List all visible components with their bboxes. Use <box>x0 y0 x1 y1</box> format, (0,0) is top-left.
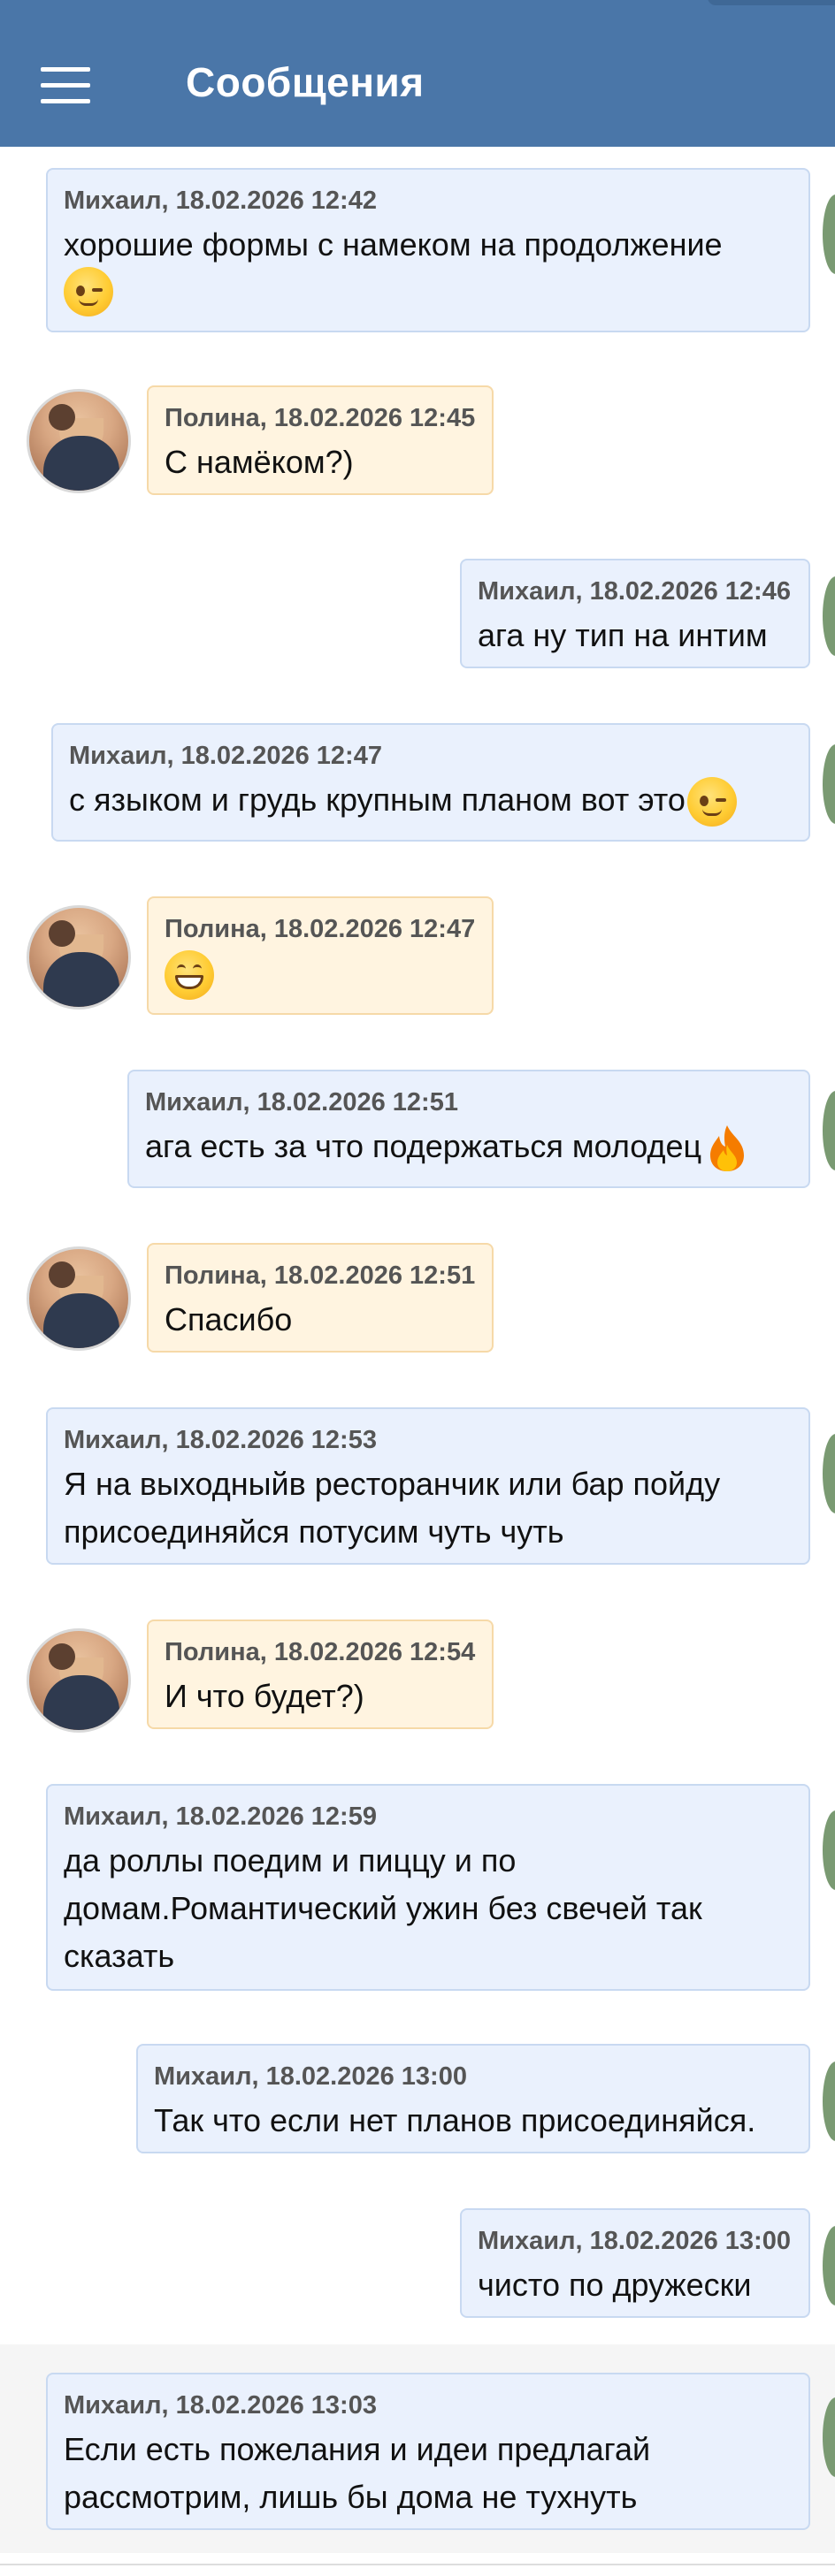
message-text: ага ну тип на интим <box>478 617 768 653</box>
message-bubble[interactable]: Полина, 18.02.2026 12:47 <box>147 896 494 1015</box>
avatar-edge <box>823 576 835 656</box>
avatar-edge <box>823 744 835 824</box>
message-row: Михаил, 18.02.2026 13:00 Так что если не… <box>0 2044 835 2159</box>
message-bubble[interactable]: Михаил, 18.02.2026 13:03 Если есть пожел… <box>46 2373 810 2530</box>
message-text: чисто по дружески <box>478 2267 752 2303</box>
avatar[interactable] <box>27 1246 131 1351</box>
message-meta: Михаил, 18.02.2026 13:00 <box>154 2062 467 2091</box>
avatar[interactable] <box>27 905 131 1010</box>
message-meta: Михаил, 18.02.2026 12:47 <box>69 742 382 770</box>
page-title: Сообщения <box>186 59 425 105</box>
message-feed[interactable]: Михаил, 18.02.2026 12:42 хорошие формы с… <box>0 147 835 2576</box>
message-bubble[interactable]: Михаил, 18.02.2026 13:00 чисто по дружес… <box>460 2208 810 2318</box>
avatar-edge <box>823 194 835 274</box>
message-row: Михаил, 18.02.2026 13:00 чисто по дружес… <box>0 2208 835 2323</box>
message-text: Так что если нет планов присоединяйся. <box>154 2102 756 2138</box>
message-text-content: с языком и грудь крупным планом вот это <box>69 781 686 818</box>
message-bubble[interactable]: Михаил, 18.02.2026 12:51 ага есть за что… <box>127 1070 810 1188</box>
message-text: ага есть за что подержаться молодец <box>145 1123 793 1173</box>
message-row: Михаил, 18.02.2026 12:47 с языком и груд… <box>0 723 835 847</box>
message-row: Михаил, 18.02.2026 12:53 Я на выходныйв … <box>0 1407 835 1575</box>
message-row: Михаил, 18.02.2026 12:51 ага есть за что… <box>0 1070 835 1193</box>
wink-emoji-icon <box>64 267 113 316</box>
message-meta: Полина, 18.02.2026 12:51 <box>165 1261 476 1290</box>
message-meta: Михаил, 18.02.2026 13:03 <box>64 2391 377 2420</box>
message-text: С намёком?) <box>165 444 354 480</box>
message-bubble[interactable]: Полина, 18.02.2026 12:51 Спасибо <box>147 1243 494 1353</box>
message-meta: Полина, 18.02.2026 12:54 <box>165 1638 476 1666</box>
message-bubble[interactable]: Михаил, 18.02.2026 12:47 с языком и груд… <box>51 723 810 842</box>
bottom-divider <box>0 2564 835 2565</box>
app-bar: Сообщения <box>0 0 835 147</box>
avatar-edge <box>823 2226 835 2305</box>
hamburger-menu-icon[interactable] <box>41 67 90 104</box>
message-row: Михаил, 18.02.2026 12:59 да роллы поедим… <box>0 1784 835 2005</box>
message-bubble[interactable]: Михаил, 18.02.2026 12:42 хорошие формы с… <box>46 168 810 332</box>
wink-emoji-icon <box>686 777 737 827</box>
message-bubble[interactable]: Михаил, 18.02.2026 12:46 ага ну тип на и… <box>460 559 810 668</box>
avatar-edge <box>823 1810 835 1890</box>
message-meta: Полина, 18.02.2026 12:47 <box>165 915 476 943</box>
message-meta: Михаил, 18.02.2026 12:59 <box>64 1802 377 1831</box>
fire-emoji-icon <box>705 1124 749 1173</box>
message-row: Михаил, 18.02.2026 12:46 ага ну тип на и… <box>0 559 835 674</box>
message-text: Спасибо <box>165 1301 293 1338</box>
avatar-edge <box>823 2062 835 2141</box>
message-bubble[interactable]: Полина, 18.02.2026 12:45 С намёком?) <box>147 385 494 495</box>
message-text <box>165 949 476 1001</box>
message-row: Полина, 18.02.2026 12:51 Спасибо <box>0 1243 835 1358</box>
message-meta: Михаил, 18.02.2026 12:51 <box>145 1088 458 1117</box>
message-bubble[interactable]: Михаил, 18.02.2026 12:59 да роллы поедим… <box>46 1784 810 1991</box>
message-meta: Михаил, 18.02.2026 12:53 <box>64 1426 377 1454</box>
message-row-highlighted: Михаил, 18.02.2026 13:03 Если есть пожел… <box>0 2344 835 2553</box>
message-meta: Полина, 18.02.2026 12:45 <box>165 404 476 432</box>
message-row: Полина, 18.02.2026 12:45 С намёком?) <box>0 385 835 500</box>
message-text: И что будет?) <box>165 1678 364 1714</box>
message-text: Я на выходныйв ресторанчик или бар пойду… <box>64 1466 721 1550</box>
message-bubble[interactable]: Полина, 18.02.2026 12:54 И что будет?) <box>147 1620 494 1729</box>
message-bubble[interactable]: Михаил, 18.02.2026 12:53 Я на выходныйв … <box>46 1407 810 1565</box>
avatar[interactable] <box>27 389 131 493</box>
avatar[interactable] <box>27 1628 131 1733</box>
message-row: Полина, 18.02.2026 12:54 И что будет?) <box>0 1620 835 1734</box>
message-row: Михаил, 18.02.2026 12:42 хорошие формы с… <box>0 168 835 345</box>
messages-screen: Сообщения Михаил, 18.02.2026 12:42 хорош… <box>0 0 835 2576</box>
message-meta: Михаил, 18.02.2026 12:46 <box>478 577 791 606</box>
message-text: Если есть пожелания и идеи предлагай рас… <box>64 2431 651 2515</box>
avatar-edge <box>823 2397 835 2477</box>
message-text: да роллы поедим и пиццу и по домам.Роман… <box>64 1842 702 1974</box>
avatar-edge <box>823 1434 835 1513</box>
message-bubble[interactable]: Михаил, 18.02.2026 13:00 Так что если не… <box>136 2044 810 2153</box>
message-text-content: ага есть за что подержаться молодец <box>145 1128 702 1164</box>
message-meta: Михаил, 18.02.2026 13:00 <box>478 2227 791 2255</box>
message-text: хорошие формы с намеком на продолжение <box>64 226 723 263</box>
grin-emoji-icon <box>165 950 214 1001</box>
message-row: Полина, 18.02.2026 12:47 <box>0 896 835 1020</box>
avatar-edge <box>823 1091 835 1170</box>
tab-handle <box>708 0 835 5</box>
message-text: с языком и грудь крупным планом вот это <box>69 776 793 827</box>
message-meta: Михаил, 18.02.2026 12:42 <box>64 187 377 215</box>
